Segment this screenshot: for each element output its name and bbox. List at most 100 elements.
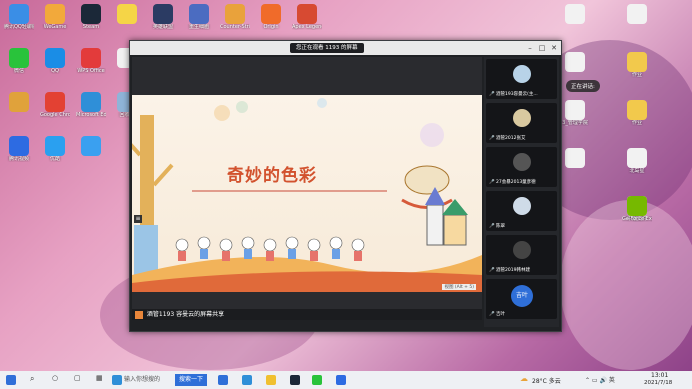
app-icon	[45, 48, 65, 68]
participant-avatar: 吉叶	[511, 285, 533, 307]
app-icon	[565, 100, 585, 120]
participant-tile[interactable]: 吉叶 🎤 吉叶	[486, 279, 557, 319]
participant-name: 陈翠	[496, 224, 505, 229]
participant-avatar	[513, 241, 531, 259]
desktop-icon[interactable]: Steam	[76, 4, 106, 30]
desktop-icon[interactable]	[560, 52, 590, 72]
meeting-title-bar: 您正在观看 1193 的屏幕 – □ ✕	[130, 41, 561, 55]
weather-text[interactable]: 28°C 多云	[532, 376, 561, 385]
app-icon	[9, 136, 29, 156]
desktop-icon[interactable]: 重生细胞	[184, 4, 214, 30]
app-icon	[45, 92, 65, 112]
desktop-icon-label: 微信	[13, 68, 24, 74]
share-label: 酒管1193 容曼云的屏幕共享	[146, 311, 225, 318]
desktop-icon[interactable]: 英雄联盟	[148, 4, 178, 30]
participant-avatar	[513, 153, 531, 171]
slide-nav-button[interactable]: ≡	[134, 215, 142, 223]
widgets-icon[interactable]: ▢	[74, 374, 81, 382]
search-icon[interactable]: ⌕	[30, 374, 34, 384]
tray-icons[interactable]: ⌃ ▭ 🔊 英	[585, 375, 615, 384]
desktop-icon[interactable]	[112, 4, 142, 24]
participant-name: 27会暴2013童彦德	[496, 180, 536, 185]
folder-icon[interactable]	[266, 375, 276, 385]
desktop-icon-label: Apex Legends	[292, 24, 322, 30]
desktop-icon[interactable]	[76, 136, 106, 156]
desktop-icon-label: 作业	[631, 120, 642, 126]
minimize-button[interactable]: –	[525, 43, 535, 53]
desktop-icon-label: 重生细胞	[188, 24, 209, 30]
app-icon	[9, 48, 29, 68]
media-icon[interactable]: ▦	[96, 374, 103, 382]
desktop-icon[interactable]: Origin	[256, 4, 286, 30]
desktop-icon[interactable]: 3_管理学院	[560, 100, 590, 126]
app-icon	[117, 4, 137, 24]
desktop-icon-label: QQ	[51, 68, 59, 74]
desktop-icon[interactable]: Microsoft Edge	[76, 92, 106, 118]
search-button[interactable]: 搜索一下	[175, 374, 208, 386]
app-icon	[261, 4, 281, 24]
desktop-icon[interactable]: Apex Legends	[292, 4, 322, 30]
app-icon	[565, 148, 585, 168]
desktop-icon[interactable]: 微信	[4, 48, 34, 74]
participant-avatar	[513, 65, 531, 83]
desktop-icon[interactable]: 作业	[622, 100, 652, 126]
desktop-icon[interactable]: 北岛星	[622, 148, 652, 174]
participant-tile[interactable]: 🎤 酒管193容曼云(主...	[486, 59, 557, 99]
desktop-icon-label: Counter-Strike Global Off...	[220, 24, 250, 30]
clock-time[interactable]: 13:01	[651, 372, 668, 379]
participant-name: 吉叶	[496, 312, 505, 317]
desktop-icon[interactable]: WeGame	[40, 4, 70, 30]
app-icon	[627, 196, 647, 216]
clock-date[interactable]: 2021/7/18	[644, 380, 672, 386]
windows-start-icon[interactable]	[6, 375, 16, 385]
participant-tile[interactable]: 🎤 27会暴2013童彦德	[486, 147, 557, 187]
app-icon	[9, 4, 29, 24]
desktop-icon[interactable]: 优酷	[40, 136, 70, 162]
app-icon	[81, 48, 101, 68]
speaking-pill: 正在讲话:	[566, 80, 600, 92]
desktop-icon-label: Ge Force Experience	[622, 216, 652, 222]
desktop-icon[interactable]: Ge Force Experience	[622, 196, 652, 222]
desktop-icon[interactable]: QQ	[40, 48, 70, 74]
desktop-icon[interactable]	[4, 92, 34, 112]
app-icon	[225, 4, 245, 24]
desktop-icon[interactable]: Google Chrome	[40, 92, 70, 118]
participant-name: 酒管2019韩林建	[496, 268, 530, 273]
desktop-icon[interactable]: WPS Office	[76, 48, 106, 74]
desktop-icon-label: 3_管理学院	[562, 120, 588, 126]
app-icon-2[interactable]	[242, 375, 252, 385]
participant-tile[interactable]: 🎤 酒管2019韩林建	[486, 235, 557, 275]
view-label[interactable]: 视图 (Alt + 5)	[442, 284, 476, 290]
viewing-banner: 您正在观看 1193 的屏幕	[290, 43, 364, 53]
meeting-taskbar-icon[interactable]	[336, 375, 346, 385]
desktop-icon[interactable]	[560, 4, 590, 24]
maximize-button[interactable]: □	[537, 43, 547, 53]
participant-name: 酒管193容曼云(主...	[496, 92, 538, 97]
app-icon	[565, 4, 585, 24]
app-icon	[297, 4, 317, 24]
task-view-icon[interactable]: ○	[52, 374, 58, 382]
close-button[interactable]: ✕	[549, 43, 559, 53]
taskbar: ⌕ ○ ▢ ▦ 输入你想搜的 搜索一下 ☁ 28°C 多云 ⌃ ▭ 🔊 英 13…	[0, 371, 692, 389]
app-icon	[45, 136, 65, 156]
desktop-icon[interactable]: 作业	[622, 52, 652, 78]
participant-tile[interactable]: 🎤 陈翠	[486, 191, 557, 231]
participant-tile[interactable]: 🎤 酒管2012张艾	[486, 103, 557, 143]
mic-muted-icon: 🎤	[489, 268, 495, 273]
desktop-icon-label: Google Chrome	[40, 112, 70, 118]
desktop-icon[interactable]: 腾讯视频	[4, 136, 34, 162]
desktop-icon[interactable]	[560, 148, 590, 168]
desktop-icon[interactable]	[622, 4, 652, 24]
desktop-icon-label: WeGame	[43, 24, 67, 30]
search-input[interactable]: 输入你想搜的	[118, 374, 180, 386]
slide-title: 奇妙的色彩	[227, 166, 317, 186]
wechat-taskbar-icon[interactable]	[312, 375, 322, 385]
mic-muted-icon: 🎤	[489, 136, 495, 141]
desktop-icon[interactable]: 腾讯QQ轻聊版	[4, 4, 34, 30]
desktop-icon[interactable]: Counter-Strike Global Off...	[220, 4, 250, 30]
desktop-icon-label: Microsoft Edge	[76, 112, 106, 118]
weather-icon[interactable]: ☁	[520, 374, 528, 383]
app-icon-1[interactable]	[218, 375, 228, 385]
steam-taskbar-icon[interactable]	[290, 375, 300, 385]
app-icon	[153, 4, 173, 24]
